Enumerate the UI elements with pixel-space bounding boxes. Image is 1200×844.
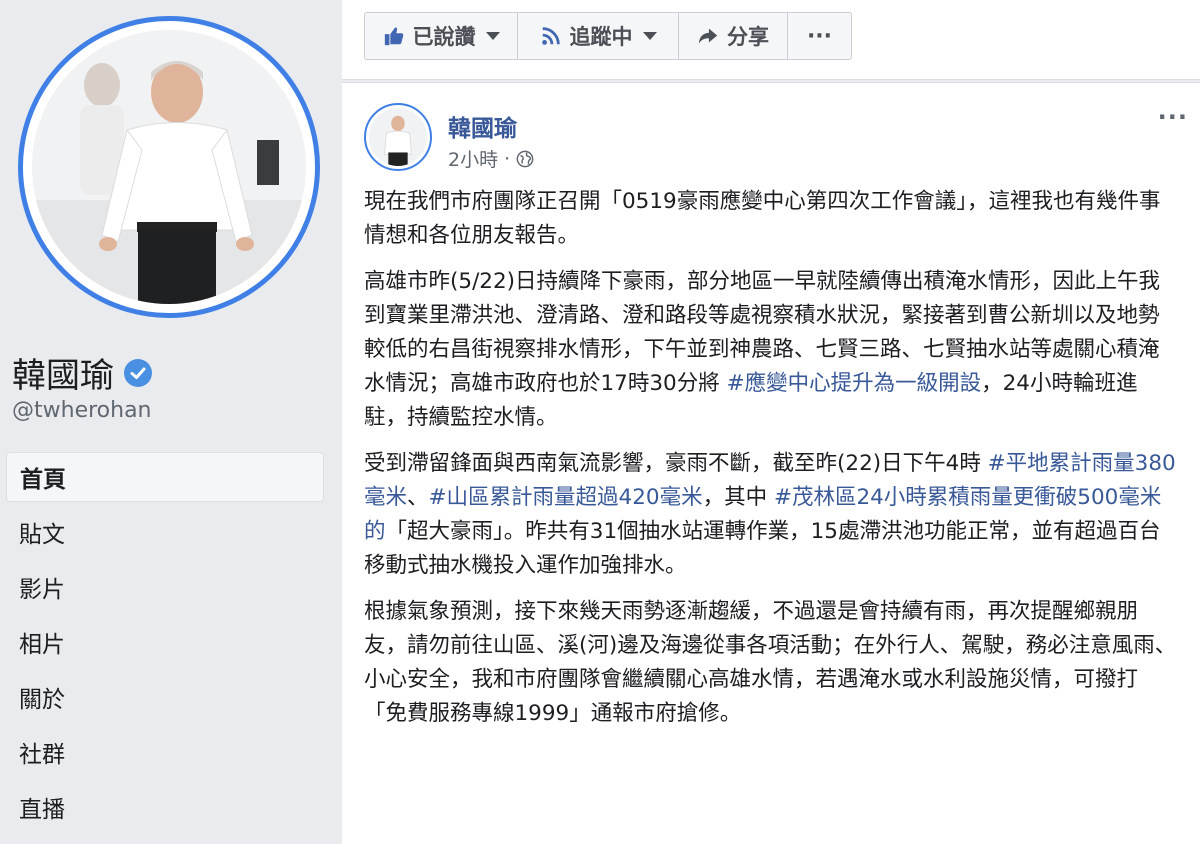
liked-label: 已說讚 <box>412 25 476 49</box>
post-paragraph: 高雄市昨(5/22)日持續降下豪雨，部分地區一早就陸續傳出積淹水情形，因此上午我… <box>364 269 1161 430</box>
page-action-bar: 已說讚 追蹤中 分享 ··· <box>342 0 1200 80</box>
page-handle: @twherohan <box>12 398 152 423</box>
post-meta: 2小時 · <box>448 145 534 172</box>
nav-item-home[interactable]: 首頁 <box>6 452 324 502</box>
page-nav: 首頁 貼文 影片 相片 關於 社群 直播 <box>6 452 324 837</box>
profile-photo <box>32 30 306 304</box>
chevron-down-icon <box>485 32 500 40</box>
post-paragraph: 現在我們市府團隊正召開「0519豪雨應變中心第四次工作會議」，這裡我也有幾件事情… <box>364 189 1161 248</box>
post-options-icon[interactable]: ··· <box>1158 103 1188 131</box>
post-author-avatar[interactable] <box>364 103 432 171</box>
liked-button[interactable]: 已說讚 <box>365 13 518 59</box>
avatar-illustration <box>369 108 427 166</box>
nav-item-videos[interactable]: 影片 <box>6 562 324 612</box>
following-button[interactable]: 追蹤中 <box>518 13 679 59</box>
main-column: 已說讚 追蹤中 分享 ··· 韓國瑜 2小時 · ··· 現在我們市府團隊正召開… <box>342 0 1200 844</box>
more-options-icon: ··· <box>806 23 833 49</box>
chevron-down-icon <box>642 32 657 40</box>
nav-item-photos[interactable]: 相片 <box>6 617 324 667</box>
globe-icon <box>516 150 534 167</box>
post-paragraph: 受到滯留鋒面與西南氣流影響，豪雨不斷，截至昨(22)日下午4時 #平地累計雨量3… <box>364 451 1176 578</box>
rss-feed-icon <box>541 27 560 45</box>
hashtag-link[interactable]: #應變中心提升為一級開設 <box>727 371 982 396</box>
post-body: 現在我們市府團隊正召開「0519豪雨應變中心第四次工作會議」，這裡我也有幾件事情… <box>364 185 1180 743</box>
thumbs-up-icon <box>384 27 403 46</box>
nav-item-community[interactable]: 社群 <box>6 727 324 777</box>
meta-separator: · <box>504 147 511 170</box>
profile-photo-illustration <box>32 30 306 304</box>
verified-badge-icon <box>124 358 152 387</box>
profile-picture[interactable] <box>18 16 320 318</box>
feed-post: 韓國瑜 2小時 · ··· 現在我們市府團隊正召開「0519豪雨應變中心第四次工… <box>342 82 1200 844</box>
post-author-name[interactable]: 韓國瑜 <box>448 109 517 143</box>
page-action-buttons: 已說讚 追蹤中 分享 ··· <box>364 12 852 60</box>
hashtag-link[interactable]: #山區累計雨量超過420毫米 <box>429 485 703 510</box>
page-name: 韓國瑜 <box>12 356 114 396</box>
share-arrow-icon <box>698 28 718 44</box>
page-title: 韓國瑜 <box>12 348 152 397</box>
nav-item-about[interactable]: 關於 <box>6 672 324 722</box>
nav-item-posts[interactable]: 貼文 <box>6 507 324 557</box>
post-timestamp[interactable]: 2小時 <box>448 145 498 172</box>
share-button[interactable]: 分享 <box>679 13 788 59</box>
more-options-button[interactable]: ··· <box>788 13 851 59</box>
post-paragraph: 根據氣象預測，接下來幾天雨勢逐漸趨緩，不過還是會持續有雨，再次提醒鄉親朋友，請勿… <box>364 599 1177 726</box>
page-sidebar: 韓國瑜 @twherohan 首頁 貼文 影片 相片 關於 社群 直播 <box>0 0 340 844</box>
share-label: 分享 <box>727 25 769 49</box>
nav-item-live[interactable]: 直播 <box>6 782 324 832</box>
following-label: 追蹤中 <box>569 25 633 49</box>
